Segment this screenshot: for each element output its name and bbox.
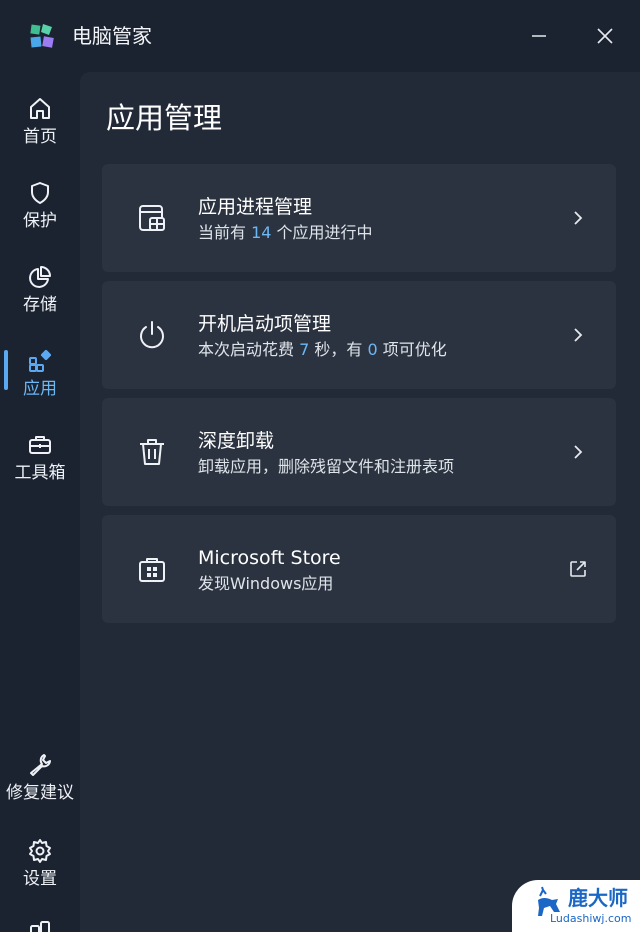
card-title: 应用进程管理 xyxy=(198,196,313,218)
power-icon xyxy=(136,319,168,351)
chevron-right-icon xyxy=(566,206,590,230)
close-icon xyxy=(597,28,613,44)
sidebar-item-home[interactable]: 首页 xyxy=(0,96,80,148)
watermark-name: 鹿大师 xyxy=(568,886,628,910)
close-button[interactable] xyxy=(589,20,621,52)
sidebar-item-label: 修复建议 xyxy=(6,783,74,803)
pie-chart-icon xyxy=(27,264,53,290)
minimize-icon xyxy=(532,35,546,37)
sidebar-item-label: 设置 xyxy=(23,869,57,889)
app-window: 电脑管家 首页 保护 存储 应用 工具箱 修复建议 设置 应用管理 应用进程管理… xyxy=(0,0,640,932)
chevron-right-icon xyxy=(566,323,590,347)
card-subtitle: 卸载应用，删除残留文件和注册表项 xyxy=(198,457,455,476)
optimizable-count: 0 xyxy=(367,340,378,359)
external-link-icon xyxy=(566,557,590,581)
sidebar-item-label: 应用 xyxy=(23,379,57,399)
watermark: 鹿大师 Ludashiwj.com xyxy=(512,880,640,932)
sidebar-item-settings[interactable]: 设置 xyxy=(0,838,80,890)
app-title: 电脑管家 xyxy=(72,24,152,48)
store-icon xyxy=(136,553,168,585)
card-title: Microsoft Store xyxy=(198,547,341,569)
sidebar-item-label: 保护 xyxy=(23,211,57,231)
sidebar-item-toolbox[interactable]: 工具箱 xyxy=(0,432,80,484)
title-bar: 电脑管家 xyxy=(0,0,640,72)
startup-seconds: 7 xyxy=(299,340,310,359)
sidebar-item-repair[interactable]: 修复建议 xyxy=(0,752,80,804)
sidebar-item-label: 工具箱 xyxy=(14,463,66,483)
card-subtitle: 本次启动花费 7 秒，有 0 项可优化 xyxy=(198,340,447,359)
minimize-button[interactable] xyxy=(523,20,555,52)
watermark-url: Ludashiwj.com xyxy=(550,912,632,925)
home-icon xyxy=(27,96,53,122)
sidebar-item-more[interactable] xyxy=(0,918,80,932)
card-subtitle: 当前有 14 个应用进行中 xyxy=(198,223,373,242)
sidebar-item-protect[interactable]: 保护 xyxy=(0,180,80,232)
card-startup-manager[interactable]: 开机启动项管理 本次启动花费 7 秒，有 0 项可优化 xyxy=(102,281,616,389)
toolbox-icon xyxy=(27,432,53,458)
card-title: 开机启动项管理 xyxy=(198,313,332,335)
wrench-icon xyxy=(27,752,53,778)
app-process-icon xyxy=(136,202,168,234)
shield-icon xyxy=(27,180,53,206)
apps-icon xyxy=(27,348,53,374)
sidebar-item-storage[interactable]: 存储 xyxy=(0,264,80,316)
sidebar-item-label: 首页 xyxy=(23,127,57,147)
chevron-right-icon xyxy=(566,440,590,464)
card-subtitle: 发现Windows应用 xyxy=(198,574,334,593)
gear-icon xyxy=(27,838,53,864)
running-app-count: 14 xyxy=(251,223,272,242)
trash-icon xyxy=(136,436,168,468)
sidebar: 首页 保护 存储 应用 工具箱 修复建议 设置 xyxy=(0,72,80,932)
main-content: 应用管理 应用进程管理 当前有 14 个应用进行中 开机启动项管理 本次启动花费… xyxy=(80,72,640,932)
app-logo-icon xyxy=(30,24,54,48)
card-microsoft-store[interactable]: Microsoft Store 发现Windows应用 xyxy=(102,515,616,623)
sidebar-item-label: 存储 xyxy=(23,295,57,315)
card-app-process[interactable]: 应用进程管理 当前有 14 个应用进行中 xyxy=(102,164,616,272)
card-title: 深度卸载 xyxy=(198,430,275,452)
card-deep-uninstall[interactable]: 深度卸载 卸载应用，删除残留文件和注册表项 xyxy=(102,398,616,506)
partial-icon xyxy=(27,918,53,932)
sidebar-item-apps[interactable]: 应用 xyxy=(0,348,80,400)
page-title: 应用管理 xyxy=(106,101,223,135)
